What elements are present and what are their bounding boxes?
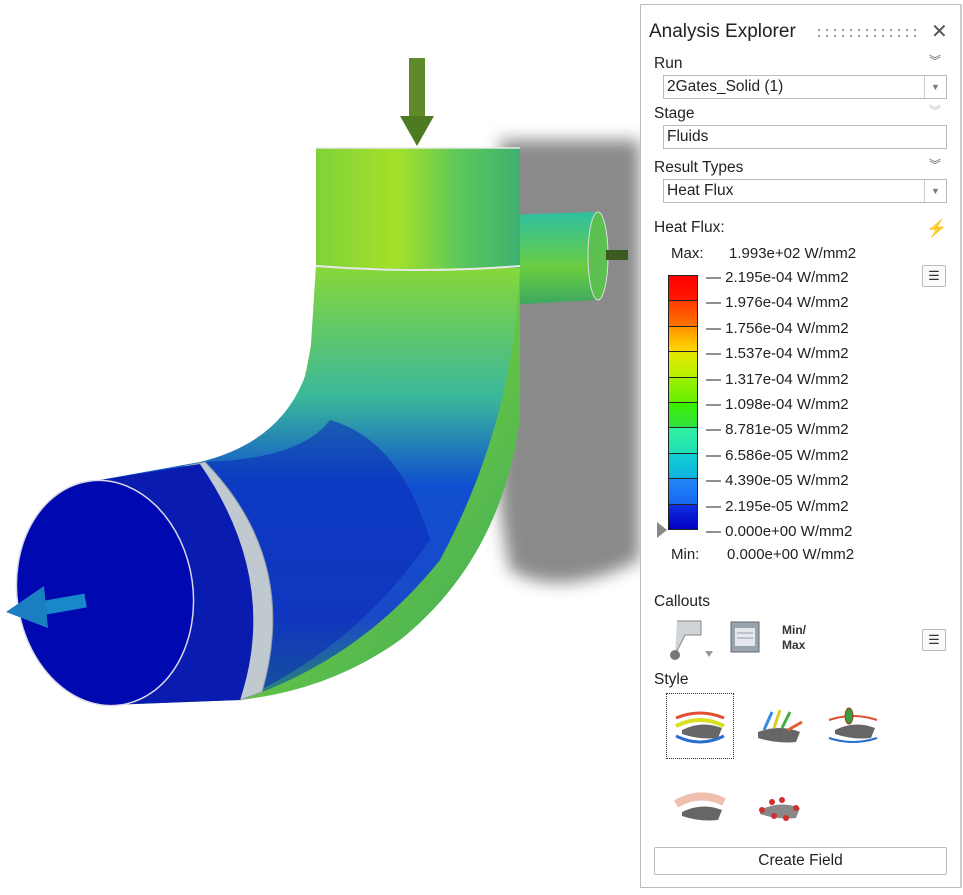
callouts-menu-button[interactable]: ☰ <box>922 629 946 651</box>
vectors-icon <box>758 709 803 743</box>
particles-icon <box>759 797 800 821</box>
legend-tick-label: — 1.756e-04 W/mm2 <box>706 319 849 337</box>
color-band <box>669 276 697 302</box>
collapse-chevron-icon[interactable]: ︾ <box>928 55 942 67</box>
streamlines-glow-icon <box>675 711 725 744</box>
legend-tick-label: — 1.537e-04 W/mm2 <box>706 345 849 363</box>
min-label: Min: <box>671 546 700 563</box>
max-label: Max: <box>671 245 704 262</box>
streamlines-seed-icon <box>828 707 878 743</box>
legend-tick-label: — 2.195e-05 W/mm2 <box>706 497 849 515</box>
result-type-value: Heat Flux <box>667 182 734 199</box>
color-band <box>669 453 697 480</box>
style-vectors[interactable] <box>744 693 812 759</box>
min-max-line2: Max <box>782 638 806 652</box>
chevron-down-icon[interactable]: ▼ <box>924 180 946 202</box>
min-value: 0.000e+00 W/mm2 <box>727 546 855 563</box>
stage-value: Fluids <box>667 128 709 145</box>
style-label: Style <box>654 671 689 688</box>
run-select[interactable]: 2Gates_Solid (1) ▼ <box>663 75 947 99</box>
callouts-label: Callouts <box>654 593 710 610</box>
panel-title: Analysis Explorer <box>649 21 796 42</box>
legend-tick-label: — 4.390e-05 W/mm2 <box>706 472 849 490</box>
result-type-select[interactable]: Heat Flux ▼ <box>663 179 947 203</box>
top-pipe <box>316 148 520 268</box>
stage-field[interactable]: Fluids <box>663 125 947 149</box>
chevron-down-icon[interactable]: ▼ <box>924 76 946 98</box>
legend-tick-label: — 1.976e-04 W/mm2 <box>706 294 849 312</box>
3d-viewport[interactable] <box>0 0 640 890</box>
run-label: Run <box>654 55 683 72</box>
legend-tick-label: — 1.098e-04 W/mm2 <box>706 396 849 413</box>
color-band <box>669 479 697 505</box>
min-marker-icon[interactable] <box>657 522 667 538</box>
inlet-arrow-icon <box>400 58 434 146</box>
result-types-label: Result Types <box>654 159 744 176</box>
legend-tick-label: — 0.000e+00 W/mm2 <box>706 523 853 540</box>
color-band <box>669 428 697 454</box>
color-band <box>669 301 697 327</box>
legend-tick-label: — 8.781e-05 W/mm2 <box>706 421 849 439</box>
stage-label: Stage <box>654 105 695 122</box>
color-band <box>669 352 697 378</box>
create-field-button[interactable]: Create Field <box>654 847 947 875</box>
color-bar <box>668 275 698 530</box>
style-surface-glow[interactable] <box>666 775 734 841</box>
analysis-explorer-panel: Analysis Explorer ✕ Run ︾ 2Gates_Solid (… <box>640 4 962 888</box>
style-streamlines-seed[interactable] <box>819 693 887 759</box>
note-callout-icon[interactable] <box>729 619 763 655</box>
legend-tick-label: — 2.195e-04 W/mm2 <box>706 269 849 286</box>
style-streamlines-glow[interactable] <box>666 693 734 759</box>
drag-handle[interactable] <box>815 27 919 39</box>
color-band <box>669 504 697 530</box>
legend-tick-label: — 6.586e-05 W/mm2 <box>706 446 849 464</box>
heat-flux-model <box>6 58 640 707</box>
min-max-line1: Min/ <box>782 623 806 637</box>
close-icon[interactable]: ✕ <box>931 19 948 44</box>
collapse-chevron-icon[interactable]: ︾ <box>928 159 942 171</box>
legend-menu-button[interactable]: ☰ <box>922 265 946 287</box>
run-value: 2Gates_Solid (1) <box>667 78 784 95</box>
probe-callout-icon[interactable] <box>663 617 715 661</box>
lightning-icon[interactable]: ⚡ <box>926 219 947 239</box>
color-band <box>669 326 697 353</box>
min-max-callout-button[interactable]: Min/ Max <box>782 623 806 653</box>
max-value: 1.993e+02 W/mm2 <box>729 245 857 262</box>
surface-glow-icon <box>673 792 726 821</box>
style-particles[interactable] <box>744 775 812 841</box>
legend-tick-label: — 1.317e-04 W/mm2 <box>706 370 849 388</box>
legend-title: Heat Flux: <box>654 219 725 236</box>
color-band <box>669 403 697 429</box>
collapse-chevron-icon: ︾ <box>928 104 941 118</box>
color-band <box>669 377 697 404</box>
